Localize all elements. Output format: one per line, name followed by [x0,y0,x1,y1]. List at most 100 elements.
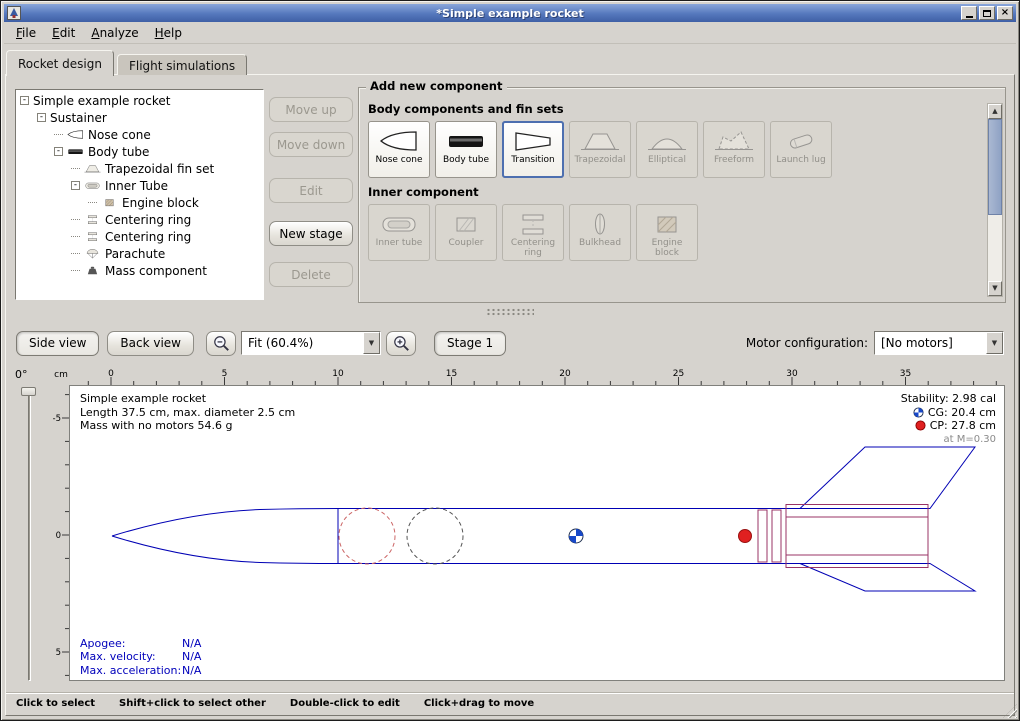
zoom-select[interactable]: Fit (60.4%) ▼ [241,331,381,355]
titlebar[interactable]: *Simple example rocket × [4,4,1016,22]
collapse-icon[interactable]: - [37,113,46,122]
stability-text: Stability: 2.98 cal [901,392,996,406]
innertube-icon [84,180,101,191]
add-component-scroll-area: Body components and fin setsNose coneBod… [364,95,982,299]
menu-help[interactable]: Help [147,23,190,43]
component-button-label: Launch lug [774,156,827,166]
menu-analyze[interactable]: Analyze [83,23,146,43]
rocket-info-line: Length 37.5 cm, max. diameter 2.5 cm [80,406,295,420]
collapse-icon[interactable]: - [54,147,63,156]
result-max-acceleration: Max. acceleration:N/A [80,664,201,678]
tree-item-label: Sustainer [50,111,107,125]
tree-connector [54,134,63,135]
tree-item-body-tube[interactable]: -Body tube [16,143,263,160]
chevron-down-icon[interactable]: ▼ [986,332,1003,354]
status-hint: Click to select [16,698,95,709]
mass-icon [84,265,101,276]
result-value: N/A [182,637,201,650]
component-button-label: Elliptical [646,156,688,166]
maximize-icon [983,10,991,17]
svg-text:5: 5 [56,648,61,658]
menu-edit[interactable]: Edit [44,23,83,43]
tree-item-engine-block[interactable]: Engine block [16,194,263,211]
add-trapezoidal-button: Trapezoidal [569,121,631,178]
zoom-in-button[interactable] [386,331,416,356]
tab-rocket-design[interactable]: Rocket design [6,50,114,76]
minimize-button[interactable] [961,6,977,20]
menu-file[interactable]: File [8,23,44,43]
add-nose-cone-button[interactable]: Nose cone [368,121,430,178]
vertical-ruler: -505 [53,385,69,681]
tree-item-centering-ring[interactable]: Centering ring [16,228,263,245]
add-launch-lug-button: Launch lug [770,121,832,178]
cg-text: CG: 20.4 cm [928,406,996,420]
zoom-out-button[interactable] [206,331,236,356]
add-body-tube-button[interactable]: Body tube [435,121,497,178]
parachute-icon [84,248,101,259]
nosecone-icon [67,129,84,140]
zoom-value: Fit (60.4%) [242,332,363,354]
tree-item-inner-tube[interactable]: -Inner Tube [16,177,263,194]
mach-text: at M=0.30 [944,433,997,447]
add-engine-block-button: Engine block [636,204,698,261]
tab-flight-simulations[interactable]: Flight simulations [117,54,247,75]
collapse-icon[interactable]: - [71,181,80,190]
scroll-up-button[interactable]: ▲ [988,104,1002,119]
new-stage-button[interactable]: New stage [269,221,353,246]
view-toolbar: Side view Back view Fit (60.4%) ▼ Stage … [6,325,1014,361]
tab-bar: Rocket designFlight simulations [6,48,250,75]
back-view-button[interactable]: Back view [107,331,194,356]
splitter-handle[interactable] [486,308,534,317]
engineblock-icon [101,197,118,208]
scroll-down-button[interactable]: ▼ [988,281,1002,296]
tree-item-nose-cone[interactable]: Nose cone [16,126,263,143]
tree-item-label: Centering ring [105,213,191,227]
group-label-inner-component: Inner component [368,185,980,199]
component-button-label: Freeform [712,156,756,166]
tree-item-mass-component[interactable]: Mass component [16,262,263,279]
side-view-button[interactable]: Side view [16,331,99,356]
zoom-out-icon [212,334,231,353]
nosecone-icon [379,127,419,154]
tree-item-centering-ring[interactable]: Centering ring [16,211,263,228]
tree-item-parachute[interactable]: Parachute [16,245,263,262]
app-icon[interactable] [7,6,21,20]
close-button[interactable]: × [997,6,1013,20]
rocket-view: 0° cm 05101520253035 -505 [6,361,1014,695]
tree-item-label: Parachute [105,247,165,261]
tree-connector [71,219,80,220]
svg-text:30: 30 [786,369,798,379]
rocket-canvas[interactable]: Simple example rocketLength 37.5 cm, max… [69,385,1005,681]
motor-configuration-label: Motor configuration: [746,336,868,350]
mach-line: at M=0.30 [901,433,996,447]
maximize-button[interactable] [979,6,995,20]
result-value: N/A [182,650,201,663]
motor-configuration-select[interactable]: [No motors] ▼ [874,331,1004,355]
cg-line: CG: 20.4 cm [901,406,996,420]
svg-text:-5: -5 [53,414,61,424]
svg-text:5: 5 [222,369,228,379]
collapse-icon[interactable]: - [20,96,29,105]
status-hint: Click+drag to move [424,698,534,709]
chevron-down-icon[interactable]: ▼ [363,332,380,354]
add-transition-button[interactable]: Transition [502,121,564,178]
tree-item-trapezoidal-fin-set[interactable]: Trapezoidal fin set [16,160,263,177]
tree-item-sustainer[interactable]: -Sustainer [16,109,263,126]
result-apogee: Apogee:N/A [80,637,201,651]
arrow-up-icon: ▲ [989,105,1001,118]
add-freeform-button: Freeform [703,121,765,178]
stage-1-toggle[interactable]: Stage 1 [434,331,506,356]
menu-bar: FileEditAnalyzeHelp [4,22,1016,44]
app-window: *Simple example rocket × FileEditAnalyze… [0,0,1020,721]
component-button-label: Body tube [441,156,491,166]
bulkhead-icon [580,210,620,237]
status-hint: Shift+click to select other [119,698,266,709]
rotation-slider-handle[interactable] [21,387,36,396]
scrollbar-thumb[interactable] [988,119,1002,215]
motor-configuration-value: [No motors] [875,332,986,354]
rotation-slider-track[interactable] [28,389,31,681]
tree-item-simple-example-rocket[interactable]: -Simple example rocket [16,92,263,109]
scrollbar[interactable]: ▲ ▼ [987,103,1003,297]
cp-icon [915,420,926,431]
trapezoidal-icon [580,127,620,154]
